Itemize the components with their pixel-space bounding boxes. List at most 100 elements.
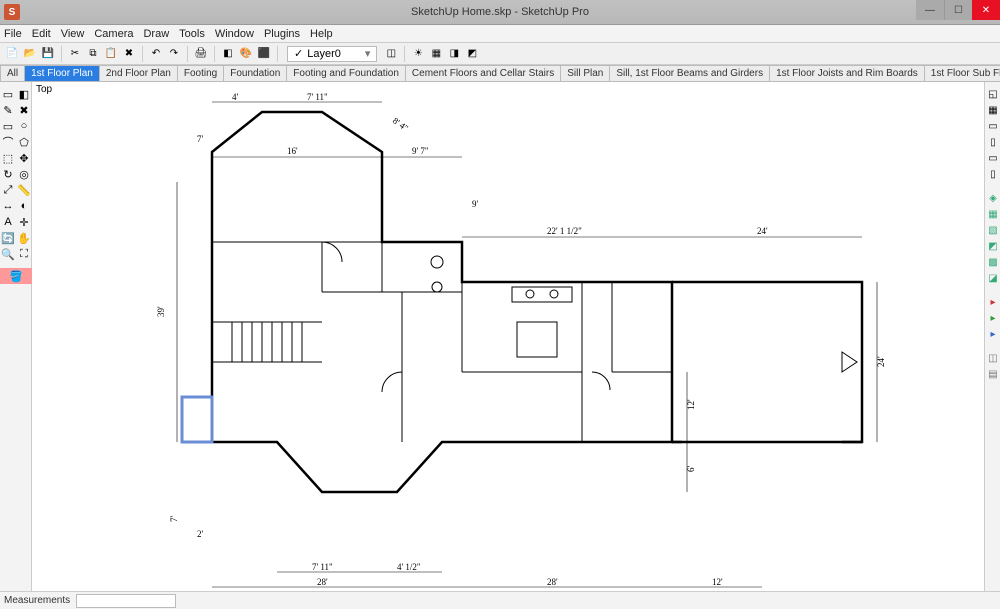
iso-view-icon[interactable]: ◱ (985, 86, 1000, 102)
layer-dropdown[interactable]: ✓ Layer0 ▾ (287, 46, 377, 62)
polygon-tool-icon[interactable]: ⬠ (16, 134, 32, 150)
scene-tab-sill-beams[interactable]: Sill, 1st Floor Beams and Girders (610, 65, 770, 81)
select-tool-icon[interactable]: ▭ (0, 86, 16, 102)
paint-bucket-icon[interactable]: 🪣 (0, 268, 32, 284)
menu-draw[interactable]: Draw (143, 28, 169, 40)
main-toolbar: 📄 📂 💾 ✂ ⧉ 📋 ✖ ↶ ↷ 🖨 ◧ 🎨 ⬛ ✓ Layer0 ▾ ◫ ☀… (0, 43, 1000, 65)
rectangle-tool-icon[interactable]: ▭ (0, 118, 16, 134)
circle-tool-icon[interactable]: ○ (16, 118, 32, 134)
open-file-icon[interactable]: 📂 (22, 46, 38, 62)
protractor-tool-icon[interactable]: ◐ (16, 198, 32, 214)
line-tool-icon[interactable]: ✎ (0, 102, 16, 118)
make-component-icon[interactable]: ◧ (16, 86, 32, 102)
section-plane-icon[interactable]: ◫ (985, 350, 1000, 366)
xray-icon[interactable]: ▦ (428, 46, 444, 62)
scene-tab-1st-joists[interactable]: 1st Floor Joists and Rim Boards (770, 65, 925, 81)
menu-file[interactable]: File (4, 28, 22, 40)
zoom-tool-icon[interactable]: 🔍 (0, 246, 16, 262)
xray-style-icon[interactable]: ◈ (985, 190, 1000, 206)
move-tool-icon[interactable]: ✥ (16, 150, 32, 166)
measurements-input[interactable] (76, 594, 176, 608)
front-view-icon[interactable]: ▭ (985, 118, 1000, 134)
redo-icon[interactable]: ↷ (166, 46, 182, 62)
scene-tab-foundation[interactable]: Foundation (224, 65, 287, 81)
close-button[interactable]: ✕ (972, 0, 1000, 20)
separator (142, 46, 143, 62)
drawing-canvas[interactable]: Top (32, 82, 984, 591)
shaded-icon[interactable]: ◩ (985, 238, 1000, 254)
walk-tool-icon[interactable]: ▸ (985, 310, 1000, 326)
top-view-icon[interactable]: ▦ (985, 102, 1000, 118)
dim-label: 12' (686, 399, 696, 410)
arc-tool-icon[interactable]: ⌒ (0, 134, 16, 150)
axes-tool-icon[interactable]: ✛ (16, 214, 32, 230)
look-around-icon[interactable]: ▸ (985, 326, 1000, 342)
maximize-button[interactable]: ☐ (944, 0, 972, 20)
scene-tab-sill-plan[interactable]: Sill Plan (561, 65, 610, 81)
separator (277, 46, 278, 62)
scene-tab-all[interactable]: All (0, 65, 25, 81)
menu-plugins[interactable]: Plugins (264, 28, 300, 40)
section-icon[interactable]: ◩ (464, 46, 480, 62)
dim-label: 22' 1 1/2" (547, 226, 582, 236)
warehouse-icon[interactable]: ⬛ (256, 46, 272, 62)
offset-tool-icon[interactable]: ◎ (16, 166, 32, 182)
push-pull-tool-icon[interactable]: ⬚ (0, 150, 16, 166)
back-view-icon[interactable]: ▭ (985, 150, 1000, 166)
scene-tab-footing-foundation[interactable]: Footing and Foundation (287, 65, 406, 81)
layer-manager-icon[interactable]: ◫ (383, 46, 399, 62)
scene-tab-1st-subfloor[interactable]: 1st Floor Sub Floor (925, 65, 1000, 81)
rotate-tool-icon[interactable]: ↻ (0, 166, 16, 182)
undo-icon[interactable]: ↶ (148, 46, 164, 62)
position-camera-icon[interactable]: ▸ (985, 294, 1000, 310)
minimize-button[interactable]: — (916, 0, 944, 20)
separator (214, 46, 215, 62)
cut-icon[interactable]: ✂ (67, 46, 83, 62)
menu-window[interactable]: Window (215, 28, 254, 40)
pan-tool-icon[interactable]: ✋ (16, 230, 32, 246)
menu-view[interactable]: View (61, 28, 85, 40)
menu-edit[interactable]: Edit (32, 28, 51, 40)
checkmark-icon: ✓ (294, 47, 303, 60)
zoom-extents-icon[interactable]: ⛶ (16, 246, 32, 262)
menu-camera[interactable]: Camera (94, 28, 133, 40)
dim-label: 39' (156, 306, 166, 317)
delete-icon[interactable]: ✖ (121, 46, 137, 62)
right-view-icon[interactable]: ▯ (985, 134, 1000, 150)
text-tool-icon[interactable]: A (0, 214, 16, 230)
monochrome-icon[interactable]: ◪ (985, 270, 1000, 286)
shadow-icon[interactable]: ☀ (410, 46, 426, 62)
menu-help[interactable]: Help (310, 28, 333, 40)
scene-tab-footing[interactable]: Footing (178, 65, 224, 81)
new-file-icon[interactable]: 📄 (4, 46, 20, 62)
dimension-tool-icon[interactable]: ↔ (0, 198, 16, 214)
print-icon[interactable]: 🖨 (193, 46, 209, 62)
copy-icon[interactable]: ⧉ (85, 46, 101, 62)
wireframe-icon[interactable]: ▦ (985, 206, 1000, 222)
shaded-texture-icon[interactable]: ▩ (985, 254, 1000, 270)
scene-tab-1st-floor-plan[interactable]: 1st Floor Plan (25, 65, 100, 81)
eraser-tool-icon[interactable]: ✖ (16, 102, 32, 118)
display-section-icon[interactable]: ▤ (985, 366, 1000, 382)
component-icon[interactable]: ◧ (220, 46, 236, 62)
scale-tool-icon[interactable]: ⤢ (0, 182, 16, 198)
floorplan-drawing: 4' 7' 11" 7' 16' 9' 7" 8' 4" 9' 22' 1 1/… (142, 92, 922, 591)
left-view-icon[interactable]: ▯ (985, 166, 1000, 182)
tape-measure-icon[interactable]: 📏 (16, 182, 32, 198)
menu-tools[interactable]: Tools (179, 28, 205, 40)
style-icon[interactable]: ◨ (446, 46, 462, 62)
dim-label: 7' (169, 516, 179, 523)
paste-icon[interactable]: 📋 (103, 46, 119, 62)
scene-tab-2nd-floor-plan[interactable]: 2nd Floor Plan (100, 65, 178, 81)
measurements-label: Measurements (4, 595, 70, 606)
scene-tab-cement-floors[interactable]: Cement Floors and Cellar Stairs (406, 65, 561, 81)
paint-icon[interactable]: 🎨 (238, 46, 254, 62)
save-icon[interactable]: 💾 (40, 46, 56, 62)
orbit-tool-icon[interactable]: 🔄 (0, 230, 16, 246)
dim-label: 16' (287, 146, 298, 156)
status-bar: Measurements (0, 591, 1000, 609)
hidden-line-icon[interactable]: ▧ (985, 222, 1000, 238)
dim-label: 24' (876, 356, 886, 367)
separator (404, 46, 405, 62)
dim-label: 4' (232, 92, 239, 102)
